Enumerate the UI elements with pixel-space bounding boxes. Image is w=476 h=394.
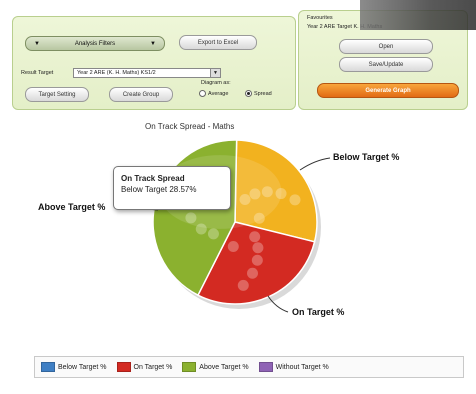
legend-label: Below Target % (58, 363, 107, 371)
slice-bubble (251, 254, 263, 266)
legend-swatch (182, 362, 197, 372)
label-on-target: On Target % (292, 307, 345, 317)
slice-bubble (207, 228, 219, 240)
slice-bubble (252, 242, 264, 254)
legend-item-above[interactable]: Above Target % (182, 362, 249, 372)
legend-swatch (41, 362, 55, 372)
slice-bubble (246, 267, 258, 279)
leader-line-below (299, 157, 331, 171)
tooltip-value: Below Target 28.57% (121, 185, 197, 194)
legend-label: Without Target % (275, 363, 329, 371)
pie-chart (115, 139, 331, 313)
label-below-target: Below Target % (333, 152, 400, 162)
slice-bubble (289, 194, 301, 206)
legend-item-without[interactable]: Without Target % (258, 362, 329, 372)
slice-bubble (249, 231, 261, 243)
slice-bubble (237, 279, 249, 291)
legend-label: On Target % (133, 363, 173, 371)
slice-bubble (227, 241, 239, 253)
legend-swatch (258, 362, 273, 372)
tooltip-title: On Track Spread (121, 174, 185, 183)
label-above-target: Above Target % (38, 202, 106, 212)
chart-legend: Below Target % On Target % Above Target … (34, 356, 464, 378)
legend-item-below[interactable]: Below Target % (41, 362, 107, 372)
legend-item-on[interactable]: On Target % (116, 362, 173, 372)
legend-swatch (116, 362, 131, 372)
chart-tooltip: On Track Spread Below Target 28.57% (113, 166, 231, 210)
app-stage: Analysis Filters ▼ ▼ Export to Excel Res… (0, 0, 476, 394)
legend-label: Above Target % (199, 363, 249, 371)
